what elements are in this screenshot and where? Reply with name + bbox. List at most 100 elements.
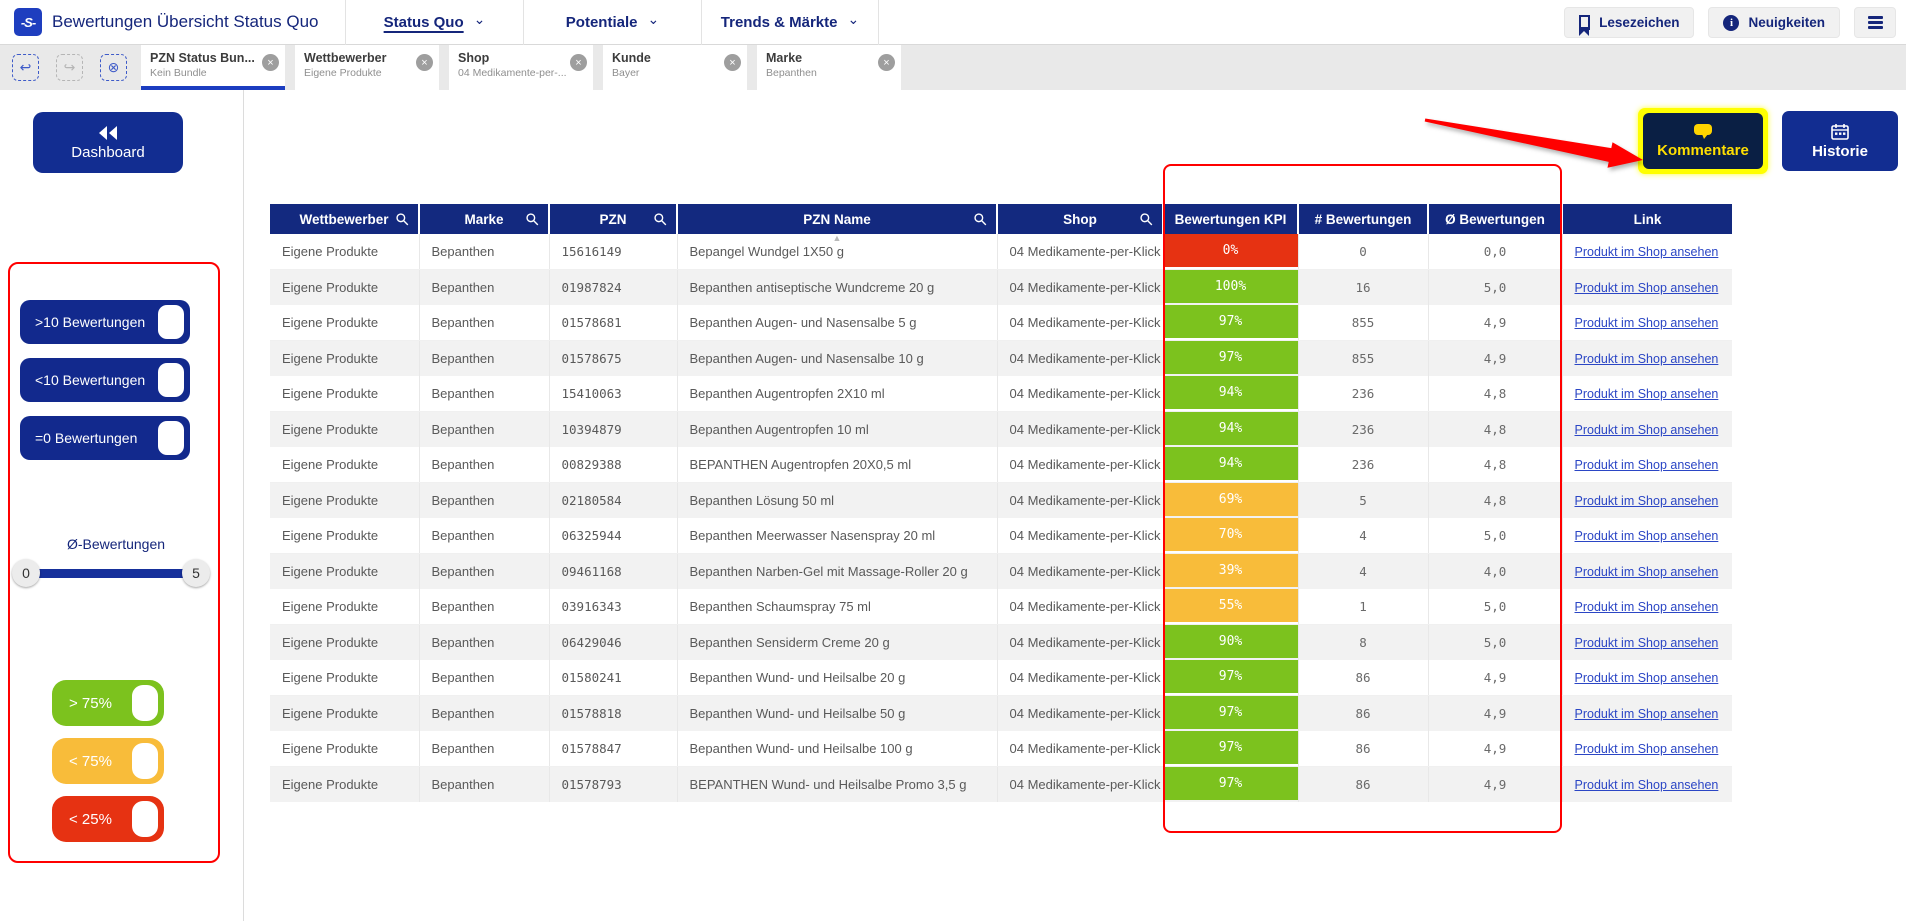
cell-marke[interactable]: Bepanthen — [419, 731, 549, 767]
cell-shop[interactable]: 04 Medikamente-per-Klick — [997, 234, 1163, 270]
cell-anzahl-bewertungen[interactable]: 236 — [1298, 447, 1428, 483]
cell-wettbewerber[interactable]: Eigene Produkte — [270, 270, 419, 306]
cell-bewertungen-kpi[interactable]: 55% — [1163, 589, 1298, 625]
cell-shop[interactable]: 04 Medikamente-per-Klick — [997, 554, 1163, 590]
cell-wettbewerber[interactable]: Eigene Produkte — [270, 554, 419, 590]
cell-wettbewerber[interactable]: Eigene Produkte — [270, 660, 419, 696]
cell-avg-bewertungen[interactable]: 4,9 — [1428, 660, 1562, 696]
cell-shop[interactable]: 04 Medikamente-per-Klick — [997, 412, 1163, 448]
cell-bewertungen-kpi[interactable]: 97% — [1163, 767, 1298, 803]
cell-marke[interactable]: Bepanthen — [419, 270, 549, 306]
cell-wettbewerber[interactable]: Eigene Produkte — [270, 412, 419, 448]
col-header-bewertungen-kpi[interactable]: Bewertungen KPI — [1163, 204, 1298, 234]
toggle-knob[interactable] — [158, 363, 184, 397]
cell-marke[interactable]: Bepanthen — [419, 341, 549, 377]
filter-chip-kunde[interactable]: KundeBayer× — [603, 45, 747, 90]
cell-avg-bewertungen[interactable]: 4,9 — [1428, 696, 1562, 732]
close-icon[interactable]: × — [416, 54, 433, 71]
cell-avg-bewertungen[interactable]: 4,9 — [1428, 767, 1562, 803]
bookmarks-button[interactable]: Lesezeichen — [1564, 7, 1694, 38]
filter-chip-pzn-status-bun[interactable]: PZN Status Bun...Kein Bundle× — [141, 45, 285, 90]
clear-selections-button[interactable]: ⊗ — [100, 54, 127, 81]
cell-shop[interactable]: 04 Medikamente-per-Klick — [997, 341, 1163, 377]
cell-marke[interactable]: Bepanthen — [419, 518, 549, 554]
cell-pzn[interactable]: 06325944 — [549, 518, 677, 554]
cell-wettbewerber[interactable]: Eigene Produkte — [270, 341, 419, 377]
close-icon[interactable]: × — [878, 54, 895, 71]
cell-anzahl-bewertungen[interactable]: 86 — [1298, 767, 1428, 803]
cell-bewertungen-kpi[interactable]: 90% — [1163, 625, 1298, 661]
toggle-knob[interactable] — [132, 743, 158, 779]
cell-anzahl-bewertungen[interactable]: 4 — [1298, 518, 1428, 554]
search-icon[interactable] — [973, 212, 987, 226]
cell-wettbewerber[interactable]: Eigene Produkte — [270, 234, 419, 270]
col-header-marke[interactable]: Marke — [419, 204, 549, 234]
cell-pzn[interactable]: 02180584 — [549, 483, 677, 519]
toggle-kpi-lt25[interactable]: < 25% — [52, 796, 164, 842]
cell-pzn-name[interactable]: Bepanthen Augentropfen 10 ml — [677, 412, 997, 448]
product-shop-link[interactable]: Produkt im Shop ansehen — [1575, 529, 1719, 543]
close-icon[interactable]: × — [262, 54, 279, 71]
toggle-knob[interactable] — [158, 305, 184, 339]
cell-shop[interactable]: 04 Medikamente-per-Klick — [997, 518, 1163, 554]
cell-anzahl-bewertungen[interactable]: 236 — [1298, 412, 1428, 448]
cell-pzn-name[interactable]: BEPANTHEN Augentropfen 20X0,5 ml — [677, 447, 997, 483]
cell-wettbewerber[interactable]: Eigene Produkte — [270, 305, 419, 341]
cell-pzn[interactable]: 15410063 — [549, 376, 677, 412]
cell-shop[interactable]: 04 Medikamente-per-Klick — [997, 447, 1163, 483]
cell-pzn[interactable]: 01578675 — [549, 341, 677, 377]
cell-shop[interactable]: 04 Medikamente-per-Klick — [997, 625, 1163, 661]
cell-bewertungen-kpi[interactable]: 97% — [1163, 305, 1298, 341]
product-shop-link[interactable]: Produkt im Shop ansehen — [1575, 245, 1719, 259]
nav-tab-trends-m-rkte[interactable]: Trends & Märkte⌄ — [701, 0, 879, 45]
cell-pzn[interactable]: 01578681 — [549, 305, 677, 341]
cell-wettbewerber[interactable]: Eigene Produkte — [270, 589, 419, 625]
product-shop-link[interactable]: Produkt im Shop ansehen — [1575, 316, 1719, 330]
cell-marke[interactable]: Bepanthen — [419, 554, 549, 590]
cell-marke[interactable]: Bepanthen — [419, 589, 549, 625]
toggle-lt10-bewertungen[interactable]: <10 Bewertungen — [20, 358, 190, 402]
product-shop-link[interactable]: Produkt im Shop ansehen — [1575, 387, 1719, 401]
selections-forward-button[interactable]: ↪ — [56, 54, 83, 81]
cell-anzahl-bewertungen[interactable]: 4 — [1298, 554, 1428, 590]
slider-track[interactable] — [22, 569, 200, 578]
cell-marke[interactable]: Bepanthen — [419, 412, 549, 448]
cell-avg-bewertungen[interactable]: 4,0 — [1428, 554, 1562, 590]
cell-wettbewerber[interactable]: Eigene Produkte — [270, 447, 419, 483]
cell-pzn-name[interactable]: Bepanthen antiseptische Wundcreme 20 g — [677, 270, 997, 306]
close-icon[interactable]: × — [570, 54, 587, 71]
cell-marke[interactable]: Bepanthen — [419, 625, 549, 661]
cell-shop[interactable]: 04 Medikamente-per-Klick — [997, 483, 1163, 519]
cell-anzahl-bewertungen[interactable]: 86 — [1298, 660, 1428, 696]
cell-avg-bewertungen[interactable]: 5,0 — [1428, 625, 1562, 661]
cell-pzn-name[interactable]: Bepanthen Meerwasser Nasenspray 20 ml — [677, 518, 997, 554]
cell-avg-bewertungen[interactable]: 0,0 — [1428, 234, 1562, 270]
cell-shop[interactable]: 04 Medikamente-per-Klick — [997, 696, 1163, 732]
cell-pzn-name[interactable]: Bepanthen Lösung 50 ml — [677, 483, 997, 519]
cell-pzn-name[interactable]: Bepanthen Wund- und Heilsalbe 50 g — [677, 696, 997, 732]
cell-avg-bewertungen[interactable]: 4,9 — [1428, 731, 1562, 767]
cell-bewertungen-kpi[interactable]: 100% — [1163, 270, 1298, 306]
product-shop-link[interactable]: Produkt im Shop ansehen — [1575, 281, 1719, 295]
cell-wettbewerber[interactable]: Eigene Produkte — [270, 483, 419, 519]
cell-marke[interactable]: Bepanthen — [419, 660, 549, 696]
cell-pzn-name[interactable]: Bepanthen Schaumspray 75 ml — [677, 589, 997, 625]
product-shop-link[interactable]: Produkt im Shop ansehen — [1575, 707, 1719, 721]
product-shop-link[interactable]: Produkt im Shop ansehen — [1575, 565, 1719, 579]
filter-chip-marke[interactable]: MarkeBepanthen× — [757, 45, 901, 90]
cell-anzahl-bewertungen[interactable]: 8 — [1298, 625, 1428, 661]
cell-pzn-name[interactable]: Bepanthen Augen- und Nasensalbe 5 g — [677, 305, 997, 341]
cell-pzn-name[interactable]: BEPANTHEN Wund- und Heilsalbe Promo 3,5 … — [677, 767, 997, 803]
col-header-anzahl-bewertungen[interactable]: # Bewertungen — [1298, 204, 1428, 234]
cell-wettbewerber[interactable]: Eigene Produkte — [270, 767, 419, 803]
cell-pzn[interactable]: 01578847 — [549, 731, 677, 767]
cell-anzahl-bewertungen[interactable]: 855 — [1298, 341, 1428, 377]
cell-anzahl-bewertungen[interactable]: 0 — [1298, 234, 1428, 270]
cell-bewertungen-kpi[interactable]: 94% — [1163, 376, 1298, 412]
cell-avg-bewertungen[interactable]: 4,8 — [1428, 412, 1562, 448]
close-icon[interactable]: × — [724, 54, 741, 71]
col-header-link[interactable]: Link — [1562, 204, 1732, 234]
cell-marke[interactable]: Bepanthen — [419, 234, 549, 270]
cell-wettbewerber[interactable]: Eigene Produkte — [270, 696, 419, 732]
cell-avg-bewertungen[interactable]: 4,9 — [1428, 341, 1562, 377]
